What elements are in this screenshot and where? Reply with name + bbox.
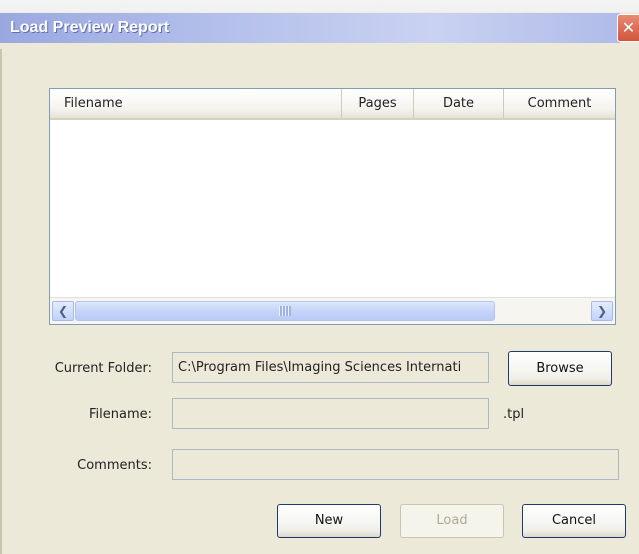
comments-field[interactable]: [172, 449, 619, 480]
list-header: Filename Pages Date Comment: [50, 89, 615, 120]
scroll-left-button[interactable]: ❮: [52, 301, 74, 321]
new-button[interactable]: New: [277, 504, 381, 538]
column-header-pages[interactable]: Pages: [342, 89, 414, 118]
file-extension-label: .tpl: [503, 407, 525, 422]
horizontal-scrollbar[interactable]: ❮ ❯: [50, 297, 615, 324]
load-button: Load: [400, 504, 504, 538]
window-border: [0, 49, 2, 554]
filename-field[interactable]: [172, 398, 489, 429]
list-body[interactable]: [50, 120, 615, 297]
title-bar-area: Load Preview Report ✕: [0, 0, 639, 49]
column-header-date[interactable]: Date: [414, 89, 504, 118]
cancel-button[interactable]: Cancel: [522, 504, 626, 538]
chevron-left-icon: ❮: [57, 304, 69, 318]
close-button[interactable]: ✕: [617, 14, 639, 42]
scroll-grip-icon: [279, 306, 291, 316]
browse-button[interactable]: Browse: [508, 351, 612, 386]
chevron-right-icon: ❯: [596, 304, 608, 318]
scroll-right-button[interactable]: ❯: [591, 301, 613, 321]
report-file-list[interactable]: Filename Pages Date Comment ❮ ❯: [49, 88, 616, 325]
dialog-title: Load Preview Report: [10, 19, 170, 36]
column-header-filename[interactable]: Filename: [50, 89, 342, 118]
filename-label: Filename:: [88, 407, 152, 422]
load-preview-report-dialog: Load Preview Report ✕ Filename Pages Dat…: [0, 0, 639, 554]
current-folder-label: Current Folder:: [54, 361, 152, 376]
close-icon: ✕: [621, 18, 636, 37]
column-header-comment[interactable]: Comment: [504, 89, 615, 118]
scroll-thumb[interactable]: [75, 301, 495, 321]
comments-label: Comments:: [77, 458, 152, 473]
current-folder-field[interactable]: C:\Program Files\Imaging Sciences Intern…: [172, 352, 489, 383]
